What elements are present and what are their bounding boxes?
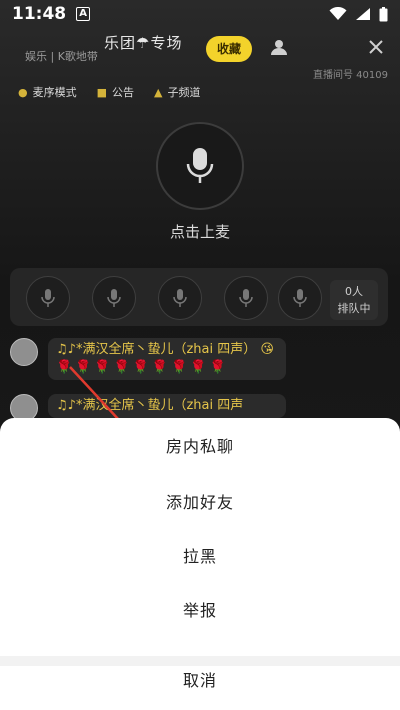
- action-sheet: 房内私聊 添加好友 拉黑 举报 取消: [0, 418, 400, 710]
- mic-icon: [41, 289, 55, 307]
- user-icon[interactable]: [270, 38, 288, 56]
- home-icon: ▲: [154, 85, 163, 99]
- private-chat-option[interactable]: 房内私聊: [0, 420, 400, 474]
- room-category: 娱乐 | K歌地带: [25, 50, 98, 63]
- mic-icon: ●: [18, 85, 28, 99]
- queue-button[interactable]: 0人 排队中: [330, 280, 378, 320]
- message-text: ♫♪*满汉全席丶蛰儿（zhai 四声: [56, 398, 244, 413]
- queue-label: 排队中: [337, 302, 371, 315]
- signal-icon: [356, 8, 370, 20]
- mic-label: 点击上麦: [169, 223, 230, 241]
- tool-announcement[interactable]: ■ 公告: [97, 84, 134, 100]
- message-bubble[interactable]: ♫♪*满汉全席丶蛰儿（zhai 四声） 😘 🌹🌹🌹🌹🌹🌹🌹🌹🌹: [48, 338, 286, 380]
- close-icon[interactable]: [367, 38, 385, 56]
- seat-3[interactable]: [158, 276, 202, 320]
- tool-label: 子频道: [167, 86, 201, 99]
- room-toolbar: ● 麦序模式 ■ 公告 ▲ 子频道: [18, 82, 200, 102]
- avatar[interactable]: [10, 338, 38, 366]
- live-room: 11:48 A 乐团☂专场 娱乐 | K歌地带 收藏 直播间号 40109 ● …: [0, 0, 400, 710]
- seat-4[interactable]: [224, 276, 268, 320]
- room-header: 乐团☂专场 娱乐 | K歌地带 收藏 直播间号 40109: [0, 28, 400, 81]
- add-friend-option[interactable]: 添加好友: [0, 476, 400, 530]
- block-option[interactable]: 拉黑: [0, 530, 400, 584]
- tool-label: 公告: [112, 86, 135, 99]
- mic-icon: [239, 289, 253, 307]
- tool-mic-mode[interactable]: ● 麦序模式: [18, 84, 77, 100]
- message-text: ♫♪*满汉全席丶蛰儿（zhai 四声）: [56, 342, 257, 357]
- cancel-button[interactable]: 取消: [0, 654, 400, 708]
- queue-count: 0人: [345, 285, 363, 298]
- status-time: 11:48: [12, 4, 67, 24]
- report-option[interactable]: 举报: [0, 584, 400, 638]
- announcement-icon: ■: [96, 85, 108, 99]
- tool-sub-channel[interactable]: ▲ 子频道: [154, 84, 200, 100]
- rose-gifts: 🌹🌹🌹🌹🌹🌹🌹🌹🌹: [56, 360, 229, 375]
- room-id: 直播间号 40109: [313, 70, 388, 81]
- room-title: 乐团☂专场: [104, 34, 183, 52]
- status-bar: 11:48 A: [0, 0, 400, 28]
- mic-icon: [107, 289, 121, 307]
- seat-row: 0人 排队中: [10, 268, 388, 326]
- main-mic-button[interactable]: [156, 122, 244, 210]
- seat-1[interactable]: [26, 276, 70, 320]
- status-icons: [329, 6, 388, 22]
- mic-icon: [173, 289, 187, 307]
- notification-icon: A: [76, 7, 91, 21]
- mic-icon: [186, 148, 214, 183]
- wifi-icon: [329, 7, 347, 20]
- seat-2[interactable]: [92, 276, 136, 320]
- mic-icon: [293, 289, 307, 307]
- favorite-button[interactable]: 收藏: [206, 36, 252, 62]
- tool-label: 麦序模式: [32, 86, 77, 99]
- message-bubble[interactable]: ♫♪*满汉全席丶蛰儿（zhai 四声: [48, 394, 286, 418]
- seat-5[interactable]: [278, 276, 322, 320]
- battery-icon: [379, 6, 388, 21]
- emoji: 😘: [260, 342, 274, 357]
